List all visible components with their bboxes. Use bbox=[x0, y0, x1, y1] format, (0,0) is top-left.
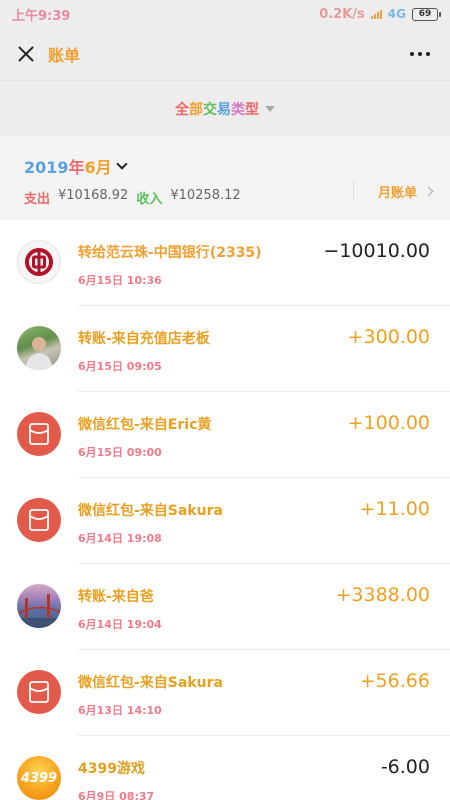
month-label: 2019年6月 bbox=[24, 158, 112, 177]
transaction-row[interactable]: 微信红包-来自Eric黄 6月15日 09:00 +100.00 bbox=[0, 392, 450, 478]
more-icon[interactable] bbox=[408, 42, 432, 66]
transaction-time: 6月15日 09:00 bbox=[78, 446, 162, 459]
avatar-cell bbox=[0, 478, 78, 564]
transaction-amount: +3388.00 bbox=[335, 584, 431, 606]
transaction-body: 微信红包-来自Sakura 6月14日 19:08 +11.00 bbox=[78, 478, 450, 564]
avatar-cell bbox=[0, 306, 78, 392]
transaction-row[interactable]: 微信红包-来自Sakura 6月14日 19:08 +11.00 bbox=[0, 478, 450, 564]
transaction-body: 4399游戏 6月9日 08:37 -6.00 bbox=[78, 736, 450, 800]
transaction-body: 微信红包-来自Eric黄 6月15日 09:00 +100.00 bbox=[78, 392, 450, 478]
transaction-amount: −10010.00 bbox=[323, 240, 430, 262]
page-title: 账单 bbox=[48, 46, 81, 65]
user-avatar bbox=[17, 584, 61, 628]
red-packet-icon bbox=[17, 412, 61, 456]
avatar-cell bbox=[0, 564, 78, 650]
monthly-bill-label: 月账单 bbox=[377, 185, 417, 201]
transaction-row[interactable]: 转账-来自充值店老板 6月15日 09:05 +300.00 bbox=[0, 306, 450, 392]
month-summary: 2019年6月 支出 ¥10168.92 收入 ¥10258.12 月账单 bbox=[0, 136, 450, 220]
month-selector[interactable]: 2019年6月 bbox=[24, 154, 426, 178]
transaction-time: 6月13日 14:10 bbox=[78, 704, 162, 717]
game-4399-icon: 4399 bbox=[17, 756, 61, 800]
transaction-body: 微信红包-来自Sakura 6月13日 14:10 +56.66 bbox=[78, 650, 450, 736]
battery-level: 69 bbox=[418, 9, 432, 19]
transaction-time: 6月15日 09:05 bbox=[78, 360, 162, 373]
red-packet-icon bbox=[17, 498, 61, 542]
status-indicators: 0.2K/s 4G 69 bbox=[319, 6, 441, 22]
income-value: ¥10258.12 bbox=[170, 188, 241, 203]
transaction-amount: +300.00 bbox=[347, 326, 430, 348]
expense-value: ¥10168.92 bbox=[58, 188, 129, 203]
bank-of-china-icon bbox=[17, 240, 61, 284]
transaction-list: 转给范云珠-中国银行(2335) 6月15日 10:36 −10010.00 转账-来… bbox=[0, 220, 450, 800]
transaction-body: 转给范云珠-中国银行(2335) 6月15日 10:36 −10010.00 bbox=[78, 220, 450, 306]
status-time: 上午9:39 bbox=[12, 8, 71, 24]
net-speed: 0.2K/s bbox=[319, 6, 365, 22]
filter-bar: 全部交易类型 bbox=[0, 80, 450, 136]
filter-label: 全部交易类型 bbox=[175, 101, 259, 118]
transaction-type-filter[interactable]: 全部交易类型 bbox=[175, 99, 275, 119]
user-avatar bbox=[17, 326, 61, 370]
transaction-amount: -6.00 bbox=[380, 756, 430, 778]
transaction-amount: +56.66 bbox=[359, 670, 430, 692]
nav-bar: 账单 bbox=[0, 28, 450, 80]
transaction-row[interactable]: 微信红包-来自Sakura 6月13日 14:10 +56.66 bbox=[0, 650, 450, 736]
avatar-cell: 4399 bbox=[0, 736, 78, 800]
transaction-time: 6月14日 19:08 bbox=[78, 532, 162, 545]
red-packet-icon bbox=[17, 670, 61, 714]
chevron-down-icon bbox=[116, 158, 128, 170]
monthly-bill-button[interactable]: 月账单 bbox=[352, 180, 434, 202]
bill-page: 上午9:39 0.2K/s 4G 69 账单 全部交易类型 2019年6月 支出… bbox=[0, 0, 450, 800]
avatar-cell bbox=[0, 650, 78, 736]
close-icon[interactable] bbox=[14, 42, 38, 66]
caret-down-icon bbox=[265, 105, 275, 112]
avatar-cell bbox=[0, 392, 78, 478]
status-bar: 上午9:39 0.2K/s 4G 69 bbox=[0, 0, 450, 28]
expense-label: 支出 bbox=[24, 192, 51, 207]
transaction-amount: +11.00 bbox=[359, 498, 430, 520]
transaction-body: 转账-来自充值店老板 6月15日 09:05 +300.00 bbox=[78, 306, 450, 392]
transaction-row[interactable]: 4399 4399游戏 6月9日 08:37 -6.00 bbox=[0, 736, 450, 800]
transaction-row[interactable]: 转给范云珠-中国银行(2335) 6月15日 10:36 −10010.00 bbox=[0, 220, 450, 306]
transaction-body: 转账-来自爸 6月14日 19:04 +3388.00 bbox=[78, 564, 450, 650]
income-label: 收入 bbox=[136, 192, 163, 207]
battery-icon: 69 bbox=[412, 7, 441, 21]
transaction-amount: +100.00 bbox=[347, 412, 430, 434]
transaction-row[interactable]: 转账-来自爸 6月14日 19:04 +3388.00 bbox=[0, 564, 450, 650]
chevron-right-icon bbox=[423, 186, 434, 196]
transaction-time: 6月14日 19:04 bbox=[78, 618, 162, 631]
signal-icon bbox=[370, 9, 382, 19]
transaction-time: 6月9日 08:37 bbox=[78, 790, 155, 800]
transaction-time: 6月15日 10:36 bbox=[78, 274, 162, 287]
avatar-cell bbox=[0, 220, 78, 306]
network-type: 4G bbox=[387, 7, 406, 21]
